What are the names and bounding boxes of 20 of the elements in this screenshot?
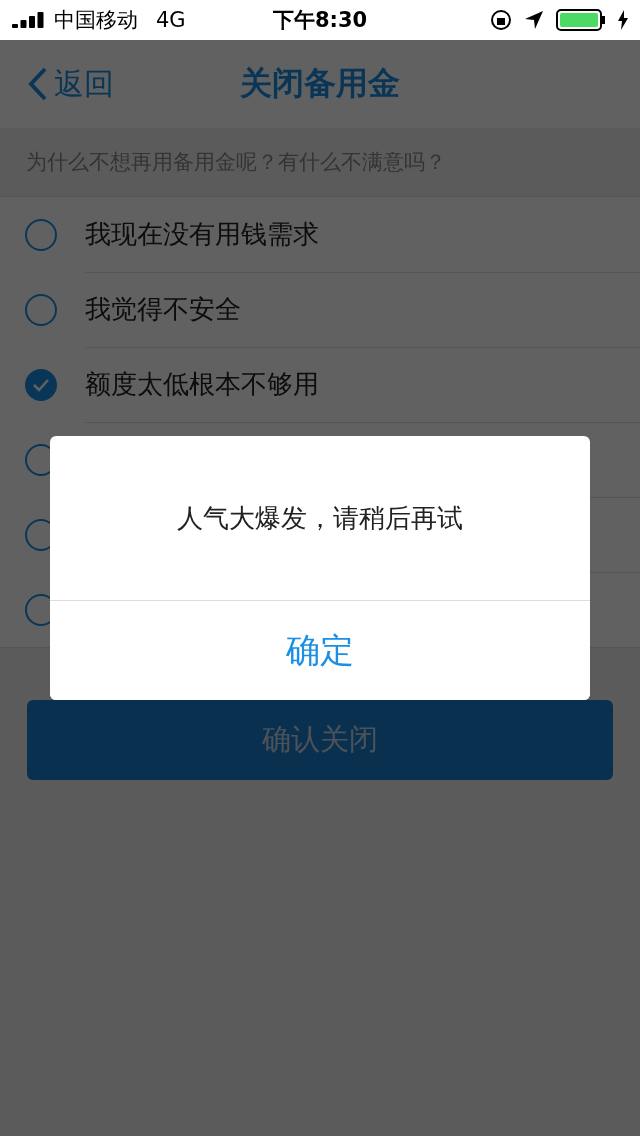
signal-icon	[12, 12, 46, 28]
rotation-lock-icon	[490, 9, 512, 31]
option-label: 我现在没有用钱需求	[85, 217, 319, 251]
network-type: 4G	[156, 8, 186, 32]
back-chevron-icon	[28, 67, 48, 101]
location-arrow-icon	[524, 10, 544, 30]
carrier-name: 中国移动	[54, 7, 138, 34]
battery-icon	[556, 9, 606, 31]
alert-message: 人气大爆发，请稍后再试	[177, 501, 463, 535]
radio-button[interactable]	[25, 293, 57, 326]
confirm-close-button[interactable]: 确认关闭	[27, 700, 613, 780]
radio-button[interactable]	[25, 218, 57, 251]
check-icon	[32, 377, 50, 392]
charging-bolt-icon	[618, 10, 628, 30]
back-link[interactable]: 返回	[28, 40, 114, 128]
option-label: 我觉得不安全	[85, 292, 241, 326]
page-title: 关闭备用金	[240, 63, 400, 104]
option-label: 额度太低根本不够用	[85, 367, 319, 401]
clock-time: 下午8:30	[272, 7, 368, 34]
radio-button[interactable]	[25, 368, 57, 401]
